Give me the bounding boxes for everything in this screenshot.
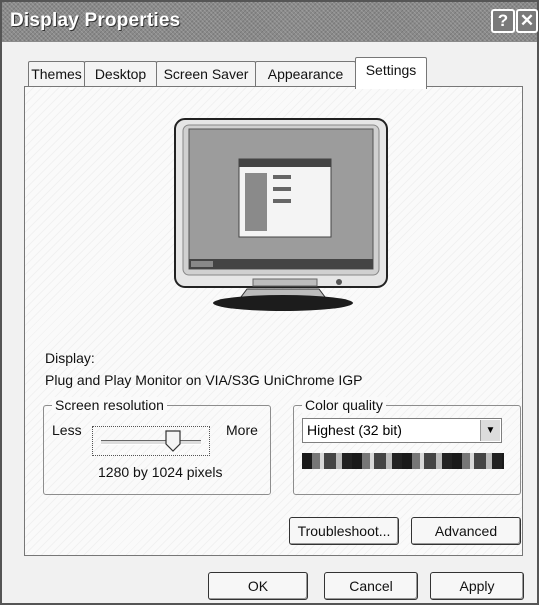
tab-screen-saver[interactable]: Screen Saver — [156, 61, 256, 87]
slider-track — [101, 440, 201, 445]
color-quality-group: Color quality Highest (32 bit) ▼ — [293, 397, 521, 495]
resolution-more-label: More — [226, 422, 258, 438]
cancel-button[interactable]: Cancel — [324, 572, 418, 600]
ok-button[interactable]: OK — [208, 572, 308, 600]
tab-themes[interactable]: Themes — [28, 61, 85, 87]
close-button[interactable]: ✕ — [516, 9, 538, 33]
tab-settings[interactable]: Settings — [355, 57, 427, 89]
settings-panel: Display: Plug and Play Monitor on VIA/S3… — [24, 86, 523, 556]
chevron-down-icon[interactable]: ▼ — [480, 420, 500, 441]
title-bar[interactable]: Display Properties ? ✕ — [2, 2, 538, 42]
screen-resolution-legend: Screen resolution — [52, 397, 167, 413]
color-sample-bar — [302, 453, 504, 469]
color-quality-select[interactable]: Highest (32 bit) ▼ — [302, 418, 502, 443]
window-title: Display Properties — [10, 10, 181, 31]
slider-thumb[interactable] — [165, 430, 181, 452]
resolution-slider[interactable] — [92, 426, 210, 456]
help-button[interactable]: ? — [491, 9, 515, 33]
color-quality-value: Highest (32 bit) — [307, 422, 402, 438]
display-device-name: Plug and Play Monitor on VIA/S3G UniChro… — [45, 372, 363, 388]
color-quality-legend: Color quality — [302, 397, 386, 413]
display-label: Display: — [45, 350, 95, 366]
tab-appearance[interactable]: Appearance — [255, 61, 356, 87]
tab-desktop[interactable]: Desktop — [84, 61, 157, 87]
advanced-button[interactable]: Advanced — [411, 517, 521, 545]
screen-resolution-group: Screen resolution Less More 1280 by 1024… — [43, 397, 271, 495]
resolution-value: 1280 by 1024 pixels — [98, 464, 223, 480]
display-properties-dialog: Display Properties ? ✕ Themes Desktop Sc… — [0, 0, 539, 605]
apply-button[interactable]: Apply — [430, 572, 524, 600]
resolution-less-label: Less — [52, 422, 82, 438]
monitor-preview-image — [174, 118, 388, 311]
troubleshoot-button[interactable]: Troubleshoot... — [289, 517, 399, 545]
